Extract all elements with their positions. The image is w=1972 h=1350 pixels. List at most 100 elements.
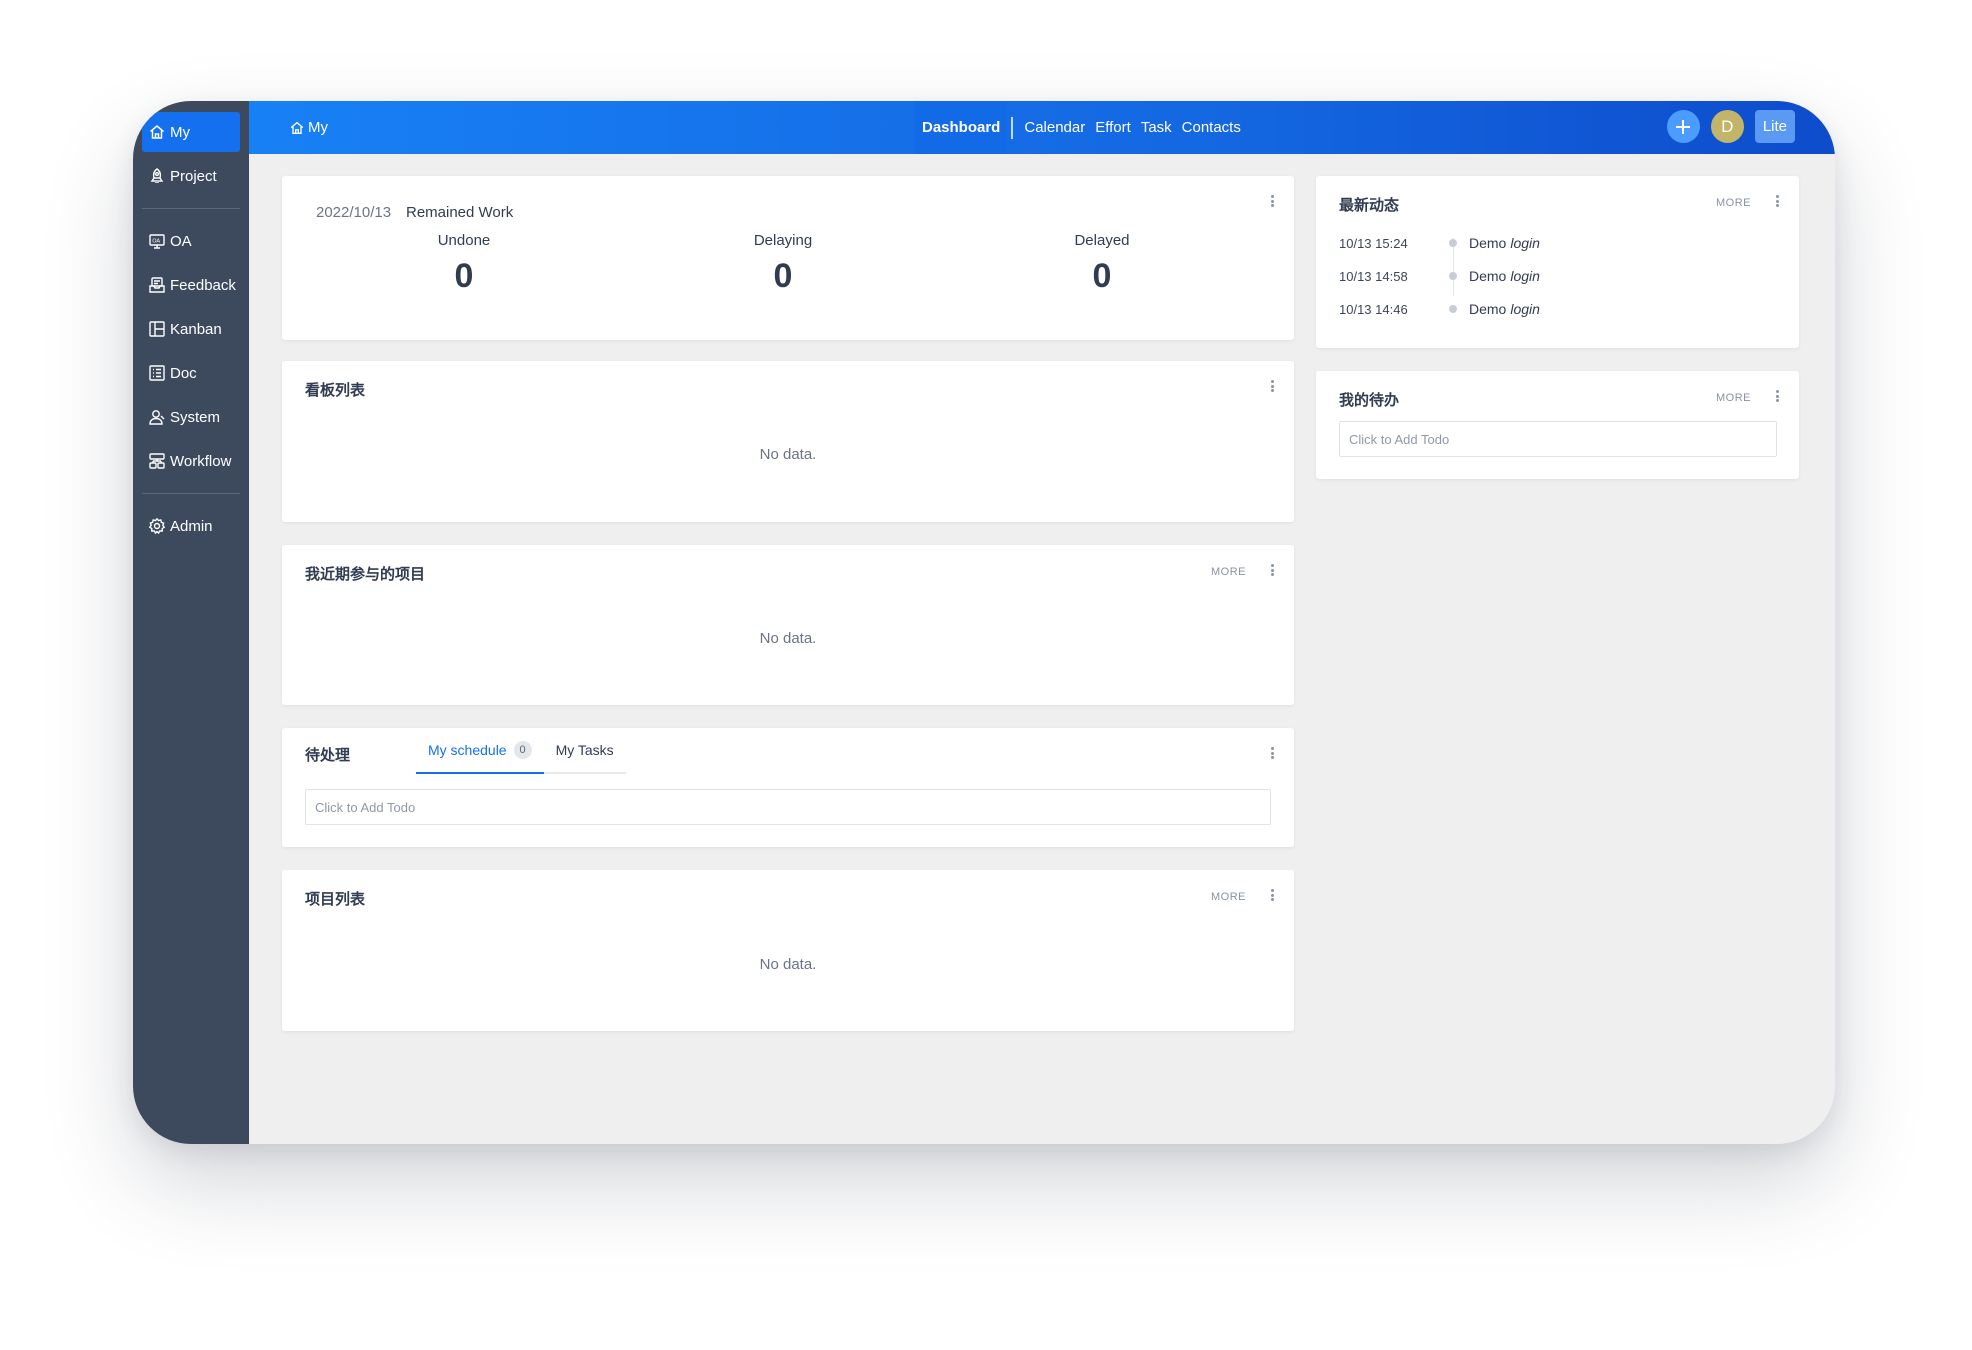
sidebar-item-oa[interactable]: OA OA	[142, 221, 240, 261]
kanban-list-panel: 看板列表 No data.	[282, 361, 1294, 522]
panel-menu-icon[interactable]	[1267, 193, 1277, 209]
timeline-dot	[1449, 239, 1457, 247]
activity-user: Demo	[1469, 235, 1507, 251]
empty-state: No data.	[759, 446, 817, 463]
lite-mode-button[interactable]: Lite	[1754, 110, 1795, 143]
workflow-icon	[148, 452, 166, 470]
activity-time: 10/13 15:24	[1339, 235, 1408, 251]
panel-menu-icon[interactable]	[1267, 745, 1277, 761]
stat-undone[interactable]: Undone 0	[384, 232, 544, 296]
activity-item[interactable]: 10/13 15:24 Demo login	[1339, 233, 1540, 253]
activity-user: Demo	[1469, 301, 1507, 317]
stat-value: 0	[1092, 257, 1112, 295]
top-bar: My Dashboard Calendar Effort Task Contac…	[249, 101, 1835, 154]
activity-item[interactable]: 10/13 14:58 Demo login	[1339, 266, 1540, 286]
add-todo-input[interactable]: Click to Add Todo	[305, 789, 1271, 825]
doc-list-icon	[148, 364, 166, 382]
panel-menu-icon[interactable]	[1772, 388, 1782, 404]
top-actions: D Lite	[1666, 110, 1795, 143]
panel-title: 待处理	[305, 747, 351, 764]
stat-delaying[interactable]: Delaying 0	[703, 232, 863, 296]
activity-time: 10/13 14:58	[1339, 268, 1408, 284]
panel-menu-icon[interactable]	[1267, 887, 1277, 903]
activity-user: Demo	[1469, 268, 1507, 284]
breadcrumb-label: My	[308, 119, 328, 136]
tab-my-tasks[interactable]: My Tasks	[543, 728, 626, 774]
remained-work-panel: 2022/10/13 Remained Work Undone 0 Delayi…	[282, 176, 1294, 340]
activity-action: login	[1510, 301, 1540, 317]
stat-value: 0	[454, 257, 474, 295]
sidebar-item-feedback[interactable]: Feedback	[142, 265, 240, 305]
home-icon	[290, 121, 304, 134]
count-badge: 0	[513, 741, 532, 759]
empty-state: No data.	[759, 956, 817, 973]
nav-task[interactable]: Task	[1136, 101, 1177, 154]
more-link[interactable]: MORE	[1211, 891, 1246, 903]
panel-title: 我近期参与的项目	[305, 566, 426, 583]
app-window: My Project OA OA Feedback Kanban Doc Sys…	[133, 101, 1835, 1144]
nav-contacts[interactable]: Contacts	[1177, 101, 1246, 154]
sidebar: My Project OA OA Feedback Kanban Doc Sys…	[133, 101, 249, 1144]
more-link[interactable]: MORE	[1716, 197, 1751, 209]
more-link[interactable]: MORE	[1716, 392, 1751, 404]
plus-icon	[1676, 119, 1691, 134]
sidebar-item-label: Kanban	[170, 320, 222, 338]
oa-monitor-icon: OA	[148, 232, 166, 250]
tab-label: My schedule	[428, 742, 507, 758]
stat-value: 0	[773, 257, 793, 295]
remained-work-title: Remained Work	[406, 204, 514, 221]
panel-menu-icon[interactable]	[1267, 378, 1277, 394]
sidebar-item-label: Workflow	[170, 452, 232, 470]
latest-activity-panel: 最新动态 MORE 10/13 15:24 Demo login 10/13 1…	[1316, 176, 1799, 348]
panel-menu-icon[interactable]	[1267, 562, 1277, 578]
sidebar-item-workflow[interactable]: Workflow	[142, 441, 240, 481]
stat-label: Delayed	[1074, 232, 1130, 249]
more-link[interactable]: MORE	[1211, 566, 1246, 578]
avatar[interactable]: D	[1710, 110, 1744, 143]
stat-delayed[interactable]: Delayed 0	[1022, 232, 1182, 296]
pending-panel: 待处理 My schedule 0 My Tasks Click to Add …	[282, 728, 1294, 847]
recent-projects-panel: 我近期参与的项目 MORE No data.	[282, 545, 1294, 705]
breadcrumb[interactable]: My	[289, 119, 328, 136]
stat-label: Delaying	[753, 232, 813, 249]
pending-tabs: My schedule 0 My Tasks	[416, 728, 626, 774]
activity-action: login	[1510, 235, 1540, 251]
panel-menu-icon[interactable]	[1772, 193, 1782, 209]
sidebar-item-label: Project	[170, 167, 217, 185]
add-todo-input[interactable]: Click to Add Todo	[1339, 421, 1777, 457]
activity-action: login	[1510, 268, 1540, 284]
panel-title: 项目列表	[305, 891, 366, 908]
main-nav: Dashboard Calendar Effort Task Contacts	[915, 101, 1246, 154]
nav-effort[interactable]: Effort	[1090, 101, 1136, 154]
nav-dashboard[interactable]: Dashboard	[915, 101, 1008, 154]
svg-text:OA: OA	[152, 239, 160, 245]
empty-state: No data.	[759, 630, 817, 647]
activity-item[interactable]: 10/13 14:46 Demo login	[1339, 299, 1540, 319]
sidebar-item-label: My	[170, 123, 190, 141]
tab-my-schedule[interactable]: My schedule 0	[416, 728, 544, 774]
tab-label: My Tasks	[555, 742, 614, 758]
timeline-dot	[1449, 272, 1457, 280]
project-list-panel: 项目列表 MORE No data.	[282, 870, 1294, 1031]
sidebar-item-label: Admin	[170, 517, 213, 535]
panel-title: 我的待办	[1339, 392, 1400, 409]
nav-divider	[1011, 116, 1014, 139]
sidebar-item-label: System	[170, 408, 221, 426]
sidebar-item-label: OA	[170, 232, 192, 250]
nav-calendar[interactable]: Calendar	[1019, 101, 1090, 154]
sidebar-item-system[interactable]: System	[142, 397, 240, 437]
sidebar-item-label: Feedback	[170, 276, 236, 294]
sidebar-item-kanban[interactable]: Kanban	[142, 309, 240, 349]
sidebar-item-doc[interactable]: Doc	[142, 353, 240, 393]
sidebar-item-my[interactable]: My	[142, 112, 240, 152]
my-todo-panel: 我的待办 MORE Click to Add Todo	[1316, 371, 1799, 479]
remained-work-date: 2022/10/13	[316, 204, 392, 221]
activity-time: 10/13 14:46	[1339, 301, 1408, 317]
create-button[interactable]	[1666, 110, 1700, 143]
sidebar-item-project[interactable]: Project	[142, 156, 240, 196]
user-system-icon	[148, 408, 166, 426]
home-icon	[148, 123, 166, 141]
stat-label: Undone	[437, 232, 491, 249]
sidebar-item-admin[interactable]: Admin	[142, 506, 240, 546]
sidebar-item-label: Doc	[170, 364, 197, 382]
